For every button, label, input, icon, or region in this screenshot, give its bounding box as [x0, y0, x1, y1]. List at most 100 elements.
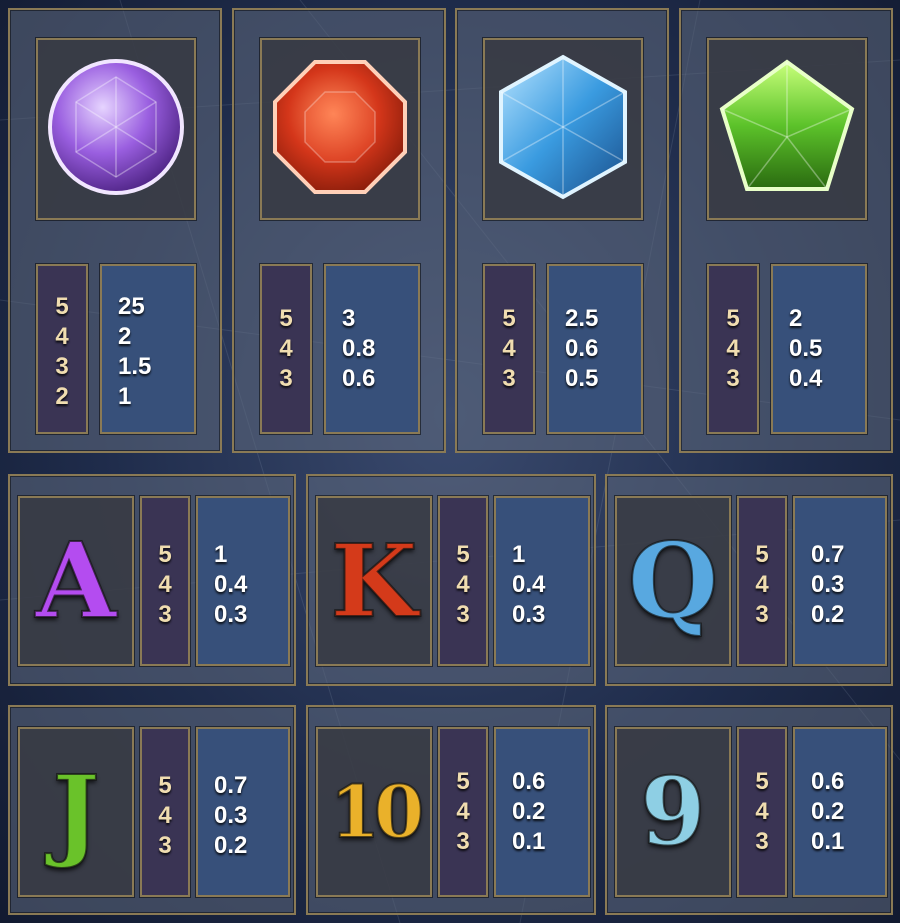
payout-value: 0.5	[789, 335, 823, 362]
gem-card-green: 5 4 3 2 0.5 0.4	[679, 8, 893, 453]
count-value: 4	[502, 335, 516, 362]
gem-icon-frame	[36, 38, 196, 220]
payout-value: 25	[118, 293, 145, 320]
payout-value: 1	[214, 541, 228, 568]
count-column: 5 4 3	[737, 496, 787, 666]
gem-card-red: 5 4 3 3 0.8 0.6	[232, 8, 446, 453]
count-value: 3	[158, 601, 172, 628]
count-value: 5	[755, 768, 769, 795]
count-value: 5	[502, 305, 516, 332]
letter-a-icon: A	[35, 519, 118, 642]
payout-value: 2.5	[565, 305, 599, 332]
payout-value: 0.6	[342, 365, 376, 392]
count-value: 3	[279, 365, 293, 392]
count-value: 3	[55, 353, 69, 380]
count-column: 5 4 3	[260, 264, 312, 434]
count-value: 5	[279, 305, 293, 332]
count-column: 5 4 3	[140, 496, 190, 666]
symbol-icon-frame: Q	[615, 496, 731, 666]
count-value: 3	[755, 601, 769, 628]
payout-value: 0.1	[811, 828, 845, 855]
blue-hexagon-gem-icon	[493, 52, 633, 207]
count-value: 4	[158, 802, 172, 829]
payout-column: 2.5 0.6 0.5	[547, 264, 643, 434]
payout-value: 2	[789, 305, 803, 332]
symbol-icon-frame: 10	[316, 727, 432, 897]
count-value: 4	[726, 335, 740, 362]
symbol-icon-frame: 9	[615, 727, 731, 897]
symbol-card-10: 10 5 4 3 0.6 0.2 0.1	[306, 705, 596, 915]
count-value: 4	[158, 571, 172, 598]
symbol-card-a: A 5 4 3 1 0.4 0.3	[8, 474, 296, 686]
symbol-icon-frame: K	[316, 496, 432, 666]
count-value: 4	[456, 571, 470, 598]
count-value: 5	[726, 305, 740, 332]
payout-column: 0.7 0.3 0.2	[793, 496, 887, 666]
payout-column: 0.6 0.2 0.1	[793, 727, 887, 897]
count-value: 4	[279, 335, 293, 362]
payout-value: 0.3	[811, 571, 845, 598]
payout-value: 0.2	[811, 798, 845, 825]
symbol-card-9: 9 5 4 3 0.6 0.2 0.1	[605, 705, 893, 915]
payout-column: 0.7 0.3 0.2	[196, 727, 290, 897]
payout-value: 1	[118, 383, 132, 410]
symbol-icon-frame: A	[18, 496, 134, 666]
payout-value: 0.3	[214, 802, 248, 829]
payout-value: 0.7	[214, 772, 248, 799]
payout-column: 2 0.5 0.4	[771, 264, 867, 434]
payout-value: 0.4	[789, 365, 823, 392]
payout-value: 0.3	[214, 601, 248, 628]
payout-value: 0.3	[512, 601, 546, 628]
count-column: 5 4 3	[140, 727, 190, 897]
number-9-icon: 9	[639, 757, 706, 867]
payout-value: 0.2	[811, 601, 845, 628]
gem-icon-frame	[260, 38, 420, 220]
count-value: 4	[55, 323, 69, 350]
payout-value: 0.6	[811, 768, 845, 795]
payout-value: 1.5	[118, 353, 152, 380]
payout-column: 1 0.4 0.3	[494, 496, 590, 666]
count-column: 5 4 3	[707, 264, 759, 434]
count-value: 3	[158, 832, 172, 859]
count-value: 3	[456, 828, 470, 855]
payout-value: 3	[342, 305, 356, 332]
letter-j-icon: J	[51, 753, 100, 871]
purple-round-gem-icon	[46, 57, 186, 202]
count-column: 5 4 3	[483, 264, 535, 434]
count-value: 5	[158, 772, 172, 799]
count-value: 2	[55, 383, 69, 410]
count-value: 3	[456, 601, 470, 628]
count-value: 3	[502, 365, 516, 392]
count-column: 5 4 3	[438, 496, 488, 666]
count-value: 4	[456, 798, 470, 825]
payout-value: 0.8	[342, 335, 376, 362]
symbol-card-k: K 5 4 3 1 0.4 0.3	[306, 474, 596, 686]
gem-icon-frame	[483, 38, 643, 220]
letter-q-icon: Q	[627, 519, 720, 642]
payout-value: 0.7	[811, 541, 845, 568]
count-column: 5 4 3	[737, 727, 787, 897]
count-value: 4	[755, 571, 769, 598]
count-column: 5 4 3 2	[36, 264, 88, 434]
payout-column: 3 0.8 0.6	[324, 264, 420, 434]
count-value: 5	[755, 541, 769, 568]
payout-column: 25 2 1.5 1	[100, 264, 196, 434]
gem-card-blue: 5 4 3 2.5 0.6 0.5	[455, 8, 669, 453]
symbol-card-q: Q 5 4 3 0.7 0.3 0.2	[605, 474, 893, 686]
gem-icon-frame	[707, 38, 867, 220]
count-value: 5	[456, 768, 470, 795]
payout-value: 0.2	[512, 798, 546, 825]
payout-column: 0.6 0.2 0.1	[494, 727, 590, 897]
payout-value: 1	[512, 541, 526, 568]
payout-value: 2	[118, 323, 132, 350]
letter-k-icon: K	[330, 522, 419, 640]
symbol-card-j: J 5 4 3 0.7 0.3 0.2	[8, 705, 296, 915]
symbol-icon-frame: J	[18, 727, 134, 897]
payout-value: 0.6	[565, 335, 599, 362]
count-value: 5	[456, 541, 470, 568]
gem-card-purple: 5 4 3 2 25 2 1.5 1	[8, 8, 222, 453]
payout-value: 0.1	[512, 828, 546, 855]
count-value: 5	[158, 541, 172, 568]
count-value: 3	[726, 365, 740, 392]
count-column: 5 4 3	[438, 727, 488, 897]
